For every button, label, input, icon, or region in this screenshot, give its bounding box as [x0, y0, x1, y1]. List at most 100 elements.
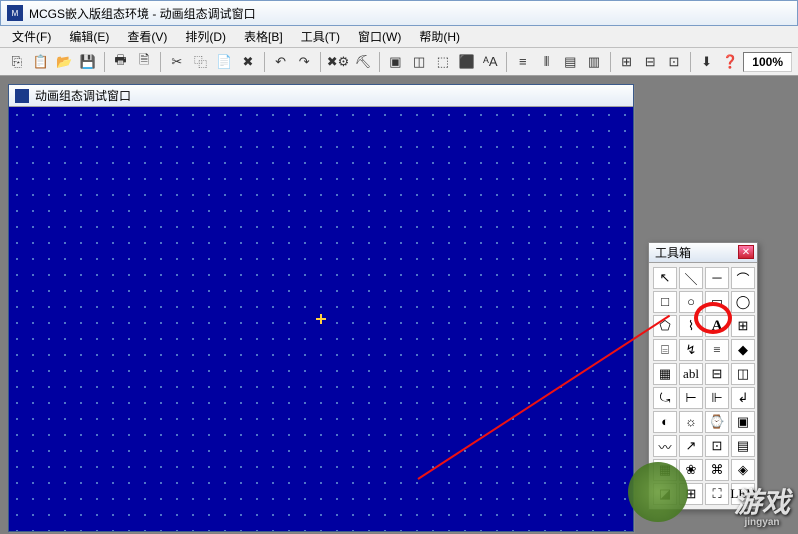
toolbox-ellipse-icon[interactable]: ◯ [731, 291, 755, 313]
tool-preview-icon[interactable]: 🗎 [133, 51, 155, 73]
tool-align3-icon[interactable]: ▤ [559, 51, 581, 73]
toolbox-hline-icon[interactable]: ─ [705, 267, 729, 289]
window-titlebar: M MCGS嵌入版组态环境 - 动画组态调试窗口 [0, 0, 798, 26]
child-window[interactable]: 动画组态调试窗口 [8, 84, 634, 532]
toolbox-group-icon[interactable]: ⊞ [679, 483, 703, 505]
separator [379, 52, 380, 72]
toolbox-rounded-rect-icon[interactable]: ▭ [705, 291, 729, 313]
toolbox-image-icon[interactable]: ◪ [653, 483, 677, 505]
design-canvas[interactable] [9, 107, 633, 531]
toolbox-input-icon[interactable]: abl [679, 363, 703, 385]
toolbox-text-icon[interactable]: A [705, 315, 729, 337]
toolbox-panel-icon[interactable]: ◫ [731, 363, 755, 385]
zoom-display[interactable]: 100% [743, 52, 792, 72]
tool-save-icon[interactable]: 💾 [77, 51, 99, 73]
separator [506, 52, 507, 72]
toolbox-slider-icon[interactable]: ⊟ [705, 363, 729, 385]
toolbox-pie-icon[interactable]: ◐ [653, 411, 677, 433]
tool-open-icon[interactable]: 📂 [53, 51, 75, 73]
toolbox-pointer-icon[interactable]: ↖ [653, 267, 677, 289]
menu-view[interactable]: 查看(V) [119, 26, 175, 47]
tool-align4-icon[interactable]: ▥ [583, 51, 605, 73]
tool-back-icon[interactable]: ⬛ [456, 51, 478, 73]
tool-copy-icon[interactable]: ⎘ [6, 51, 28, 73]
separator [610, 52, 611, 72]
tool-grid2-icon[interactable]: ⊟ [639, 51, 661, 73]
menu-window[interactable]: 窗口(W) [350, 26, 409, 47]
toolbox-arc-icon[interactable]: ⌒ [731, 267, 755, 289]
toolbox-shape-icon[interactable]: ◈ [731, 459, 755, 481]
menu-table[interactable]: 表格[B] [236, 26, 291, 47]
mdi-workspace: 动画组态调试窗口 工具箱 ✕ ↖＼─⌒□○▭◯⬠⌇A⊞⌸↯≡◆▦abl⊟◫⤿⊢⊩… [0, 76, 798, 534]
tool-cut-icon[interactable]: ✂ [166, 51, 188, 73]
toolbox-titlebar[interactable]: 工具箱 ✕ [649, 243, 757, 263]
tool-front-icon[interactable]: ⬚ [432, 51, 454, 73]
toolbox-vscale-icon[interactable]: ⊩ [705, 387, 729, 409]
toolbox-rect-icon[interactable]: □ [653, 291, 677, 313]
tool-copy2-icon[interactable]: ⿻ [190, 51, 212, 73]
menu-tool[interactable]: 工具(T) [293, 26, 348, 47]
toolbox-grid-icon[interactable]: ▦ [653, 459, 677, 481]
main-toolbar: ⎘ 📋 📂 💾 🖶 🗎 ✂ ⿻ 📄 ✖ ↶ ↷ ✖⚙ ⛏ ▣ ◫ ⬚ ⬛ ᴬA … [0, 48, 798, 76]
child-window-titlebar[interactable]: 动画组态调试窗口 [9, 85, 633, 107]
tool-grid3-icon[interactable]: ⊡ [663, 51, 685, 73]
tool-ungroup-icon[interactable]: ◫ [408, 51, 430, 73]
tool-help-icon[interactable]: ❓ [719, 51, 741, 73]
tool-paste2-icon[interactable]: 📄 [213, 51, 235, 73]
toolbox-window-icon[interactable]: ⛶ [705, 483, 729, 505]
app-icon: M [7, 5, 23, 21]
toolbox-flower-icon[interactable]: ❀ [679, 459, 703, 481]
toolbox-close-icon[interactable]: ✕ [738, 245, 754, 259]
toolbox-clock-icon[interactable]: ⌚ [705, 411, 729, 433]
toolbox-hscale-icon[interactable]: ⊢ [679, 387, 703, 409]
toolbox-light-icon[interactable]: ☼ [679, 411, 703, 433]
tool-align1-icon[interactable]: ≡ [512, 51, 534, 73]
menu-bar: 文件(F) 编辑(E) 查看(V) 排列(D) 表格[B] 工具(T) 窗口(W… [0, 26, 798, 48]
separator [104, 52, 105, 72]
toolbox-component-icon[interactable]: ⌘ [705, 459, 729, 481]
toolbox-diamond-icon[interactable]: ◆ [731, 339, 755, 361]
toolbox-rotate-icon[interactable]: ⤿ [653, 387, 677, 409]
toolbox-curve-icon[interactable]: ⌇ [679, 315, 703, 337]
toolbox-polygon-icon[interactable]: ⬠ [653, 315, 677, 337]
toolbox-table-icon[interactable]: ⊞ [731, 315, 755, 337]
toolbox-grid: ↖＼─⌒□○▭◯⬠⌇A⊞⌸↯≡◆▦abl⊟◫⤿⊢⊩↲◐☼⌚▣〰↗⊡▤▦❀⌘◈◪⊞… [649, 263, 757, 509]
toolbox-poly-line-icon[interactable]: ↯ [679, 339, 703, 361]
toolbox-list-icon[interactable]: ≡ [705, 339, 729, 361]
separator [264, 52, 265, 72]
toolbox-palette[interactable]: 工具箱 ✕ ↖＼─⌒□○▭◯⬠⌇A⊞⌸↯≡◆▦abl⊟◫⤿⊢⊩↲◐☼⌚▣〰↗⊡▤… [648, 242, 758, 510]
toolbox-line-icon[interactable]: ＼ [679, 267, 703, 289]
toolbox-pattern-icon[interactable]: ▤ [731, 435, 755, 457]
window-title: MCGS嵌入版组态环境 - 动画组态调试窗口 [29, 5, 256, 22]
separator [160, 52, 161, 72]
toolbox-circle-icon[interactable]: ○ [679, 291, 703, 313]
tool-align2-icon[interactable]: ⫴ [536, 51, 558, 73]
tool-paste-icon[interactable]: 📋 [30, 51, 52, 73]
tool-redo-icon[interactable]: ↷ [293, 51, 315, 73]
tool-compile-icon[interactable]: ⛏ [352, 51, 374, 73]
toolbox-arrow-icon[interactable]: ↗ [679, 435, 703, 457]
toolbox-fill-icon[interactable]: ▦ [653, 363, 677, 385]
canvas-center-crosshair-icon [316, 314, 326, 324]
menu-edit[interactable]: 编辑(E) [61, 26, 117, 47]
toolbox-title: 工具箱 [655, 244, 691, 261]
tool-print-icon[interactable]: 🖶 [110, 51, 132, 73]
tool-font-icon[interactable]: ᴬA [479, 51, 501, 73]
tool-group-icon[interactable]: ▣ [385, 51, 407, 73]
toolbox-trend-icon[interactable]: 〰 [653, 435, 677, 457]
toolbox-return-icon[interactable]: ↲ [731, 387, 755, 409]
child-window-title: 动画组态调试窗口 [35, 87, 131, 104]
toolbox-box-icon[interactable]: ⊡ [705, 435, 729, 457]
tool-run-icon[interactable]: ⬇ [696, 51, 718, 73]
toolbox-picture-icon[interactable]: ⌸ [653, 339, 677, 361]
tool-grid1-icon[interactable]: ⊞ [616, 51, 638, 73]
menu-help[interactable]: 帮助(H) [411, 26, 468, 47]
toolbox-frame-icon[interactable]: ▣ [731, 411, 755, 433]
tool-undo-icon[interactable]: ↶ [270, 51, 292, 73]
menu-arrange[interactable]: 排列(D) [177, 26, 234, 47]
separator [690, 52, 691, 72]
menu-file[interactable]: 文件(F) [4, 26, 59, 47]
toolbox-led-icon[interactable]: LED [731, 483, 755, 505]
tool-delete-icon[interactable]: ✖ [237, 51, 259, 73]
tool-settings-icon[interactable]: ✖⚙ [326, 51, 350, 73]
